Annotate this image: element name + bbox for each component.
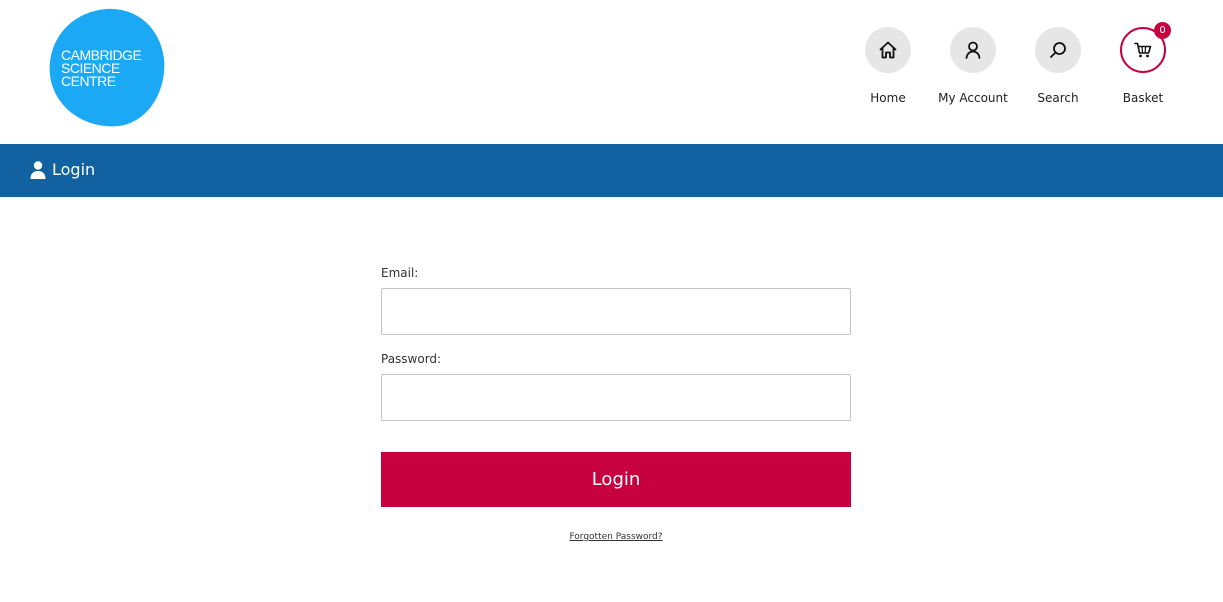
logo-link[interactable]: CAMBRIDGE SCIENCE CENTRE	[48, 7, 165, 127]
search-icon	[1050, 42, 1066, 58]
email-label: Email:	[381, 266, 419, 280]
user-icon	[965, 41, 981, 59]
login-form: Email: Password: Login Forgotten Passwor…	[381, 264, 851, 542]
basket-count-badge: 0	[1154, 22, 1171, 39]
page-title-bar: Login	[0, 144, 1223, 197]
password-label: Password:	[381, 352, 442, 366]
logo-text: CAMBRIDGE SCIENCE CENTRE	[61, 48, 142, 89]
nav-basket-label: Basket	[1122, 91, 1164, 105]
nav-search-circle[interactable]	[1035, 27, 1081, 73]
nav-basket[interactable]: 0 Basket	[1098, 22, 1188, 105]
nav-my-account[interactable]: My Account	[928, 27, 1018, 105]
nav-search-label: Search	[1037, 91, 1079, 105]
nav-basket-circle[interactable]: 0	[1120, 22, 1171, 73]
cart-icon	[1134, 42, 1152, 58]
page-title: Login	[52, 160, 96, 179]
nav-account-circle[interactable]	[950, 27, 996, 73]
nav-home[interactable]: Home	[843, 27, 933, 105]
nav-account-label: My Account	[938, 91, 1008, 105]
forgotten-password-link[interactable]: Forgotten Password?	[381, 532, 851, 542]
email-field[interactable]	[381, 288, 851, 335]
login-button[interactable]: Login	[381, 452, 851, 507]
nav-search[interactable]: Search	[1013, 27, 1103, 105]
logo-line: CENTRE	[61, 73, 116, 89]
nav-home-label: Home	[870, 91, 906, 105]
user-icon	[30, 161, 46, 179]
password-field[interactable]	[381, 374, 851, 421]
site-header: CAMBRIDGE SCIENCE CENTRE Home My Account	[0, 0, 1223, 144]
home-icon	[879, 41, 897, 59]
nav-home-circle[interactable]	[865, 27, 911, 73]
